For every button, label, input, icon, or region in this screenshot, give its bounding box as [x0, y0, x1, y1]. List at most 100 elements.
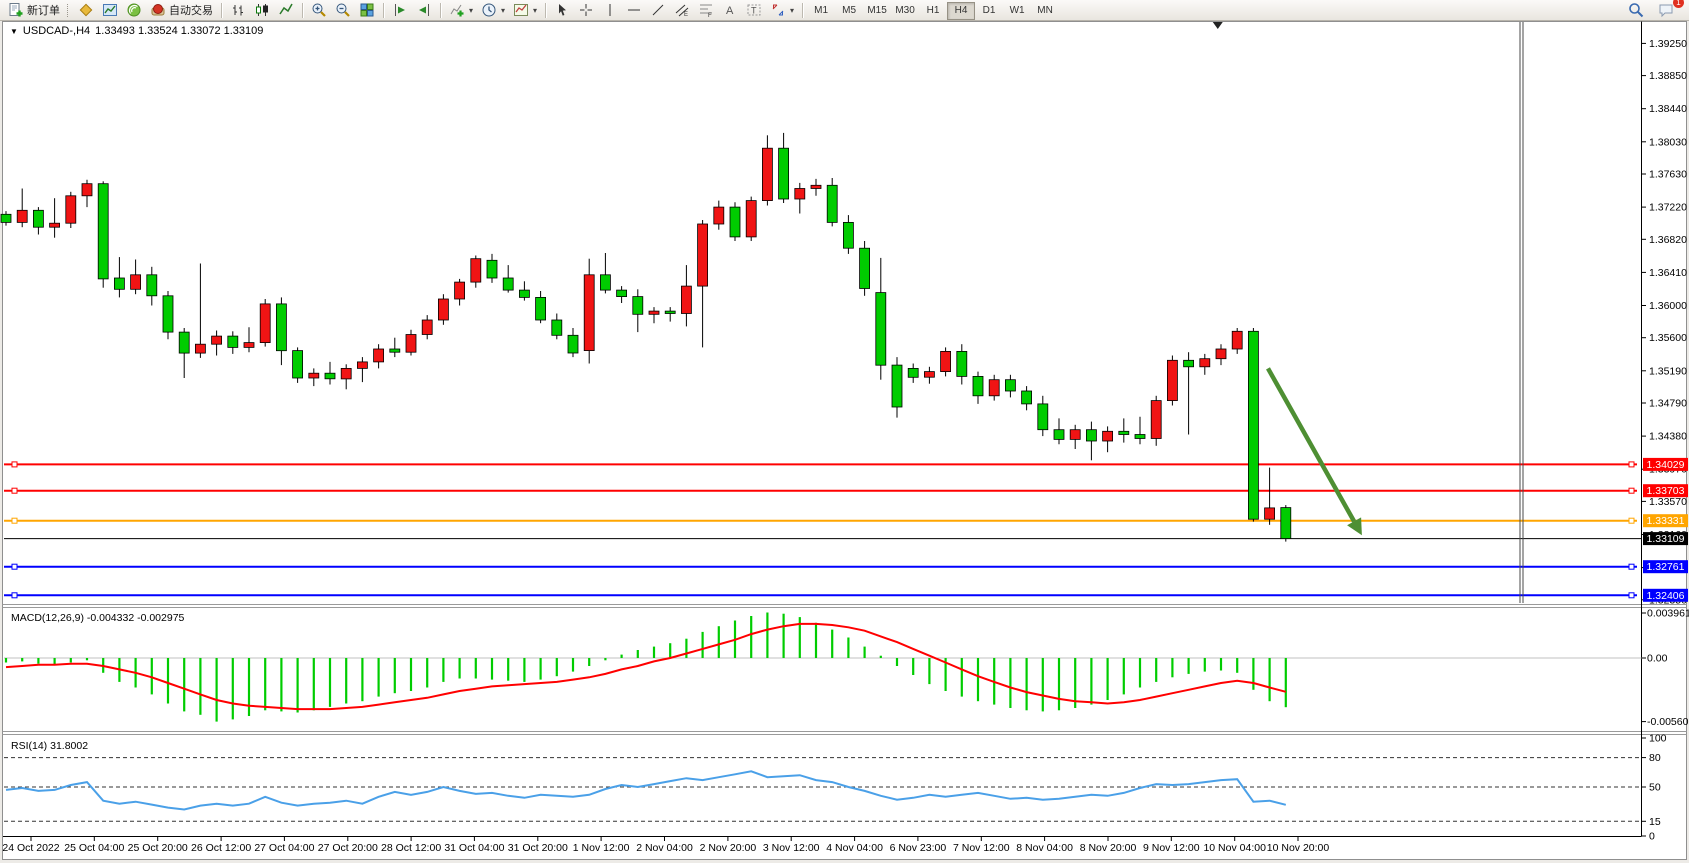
- macd-current-values: -0.004332 -0.002975: [87, 612, 185, 624]
- svg-text:F: F: [708, 13, 712, 18]
- indicators-button[interactable]: ▾: [445, 0, 477, 20]
- candlestick-chart-icon: [254, 2, 270, 18]
- trendline-icon: [650, 2, 666, 18]
- autotrade-button[interactable]: 自动交易: [146, 0, 217, 20]
- toolbar-grip: [67, 4, 71, 17]
- crosshair-button[interactable]: [574, 0, 598, 20]
- crosshair-icon: [578, 2, 594, 18]
- chevron-down-icon: ▾: [501, 6, 505, 15]
- candlestick-chart-button[interactable]: [250, 0, 274, 20]
- new-order-icon: [8, 2, 24, 18]
- timeframe-M1[interactable]: M1: [807, 2, 835, 20]
- bar-chart-button[interactable]: [226, 0, 250, 20]
- time-axis[interactable]: [2, 837, 1641, 859]
- chart-symbol-period: USDCAD-,H4: [23, 25, 90, 37]
- strategy-tester-button[interactable]: [98, 0, 122, 20]
- notification-badge: 1: [1673, 0, 1684, 8]
- rsi-name: RSI(14): [11, 740, 47, 752]
- timeframe-H1[interactable]: H1: [919, 2, 947, 20]
- toolbar-separator: [302, 3, 303, 18]
- tile-windows-icon: [359, 2, 375, 18]
- chevron-down-icon: ▾: [790, 6, 794, 15]
- toolbar-separator: [221, 3, 222, 18]
- chart-shift-button[interactable]: [412, 0, 436, 20]
- new-order-button[interactable]: 新订单: [4, 0, 64, 20]
- main-toolbar: 新订单 自动交易 ▾ ▾ ▾ E F A T ▾: [0, 0, 1689, 21]
- arrows-button[interactable]: ▾: [766, 0, 798, 20]
- timeframe-H4[interactable]: H4: [947, 2, 975, 20]
- chart-canvas[interactable]: 1.392501.388501.384401.380301.376301.372…: [0, 0, 1689, 863]
- zoom-out-button[interactable]: [331, 0, 355, 20]
- label-icon: T: [746, 2, 762, 18]
- toolbar-separator: [383, 3, 384, 18]
- horizontal-line-button[interactable]: [622, 0, 646, 20]
- macd-name: MACD(12,26,9): [11, 612, 84, 624]
- periods-icon: [481, 2, 497, 18]
- arrows-icon: [770, 2, 786, 18]
- zoom-in-icon: [311, 2, 327, 18]
- timeframe-M15[interactable]: M15: [863, 2, 891, 20]
- bar-chart-icon: [230, 2, 246, 18]
- auto-scroll-button[interactable]: [388, 0, 412, 20]
- macd-indicator-label: MACD(12,26,9) -0.004332 -0.002975: [11, 612, 184, 624]
- svg-text:A: A: [726, 5, 734, 17]
- rsi-indicator-label: RSI(14) 31.8002: [11, 740, 88, 752]
- line-chart-button[interactable]: [274, 0, 298, 20]
- autotrade-label: 自动交易: [169, 2, 213, 18]
- templates-icon: [513, 2, 529, 18]
- timeframe-M30[interactable]: M30: [891, 2, 919, 20]
- chart-window: [3, 22, 1687, 860]
- metaeditor-button[interactable]: [74, 0, 98, 20]
- notifications-button[interactable]: 1: [1654, 0, 1679, 20]
- templates-button[interactable]: ▾: [509, 0, 541, 20]
- rsi-current-value: 31.8002: [50, 740, 88, 752]
- tile-windows-button[interactable]: [355, 0, 379, 20]
- channel-icon: E: [674, 2, 690, 18]
- auto-scroll-icon: [392, 2, 408, 18]
- text-icon: A: [722, 2, 738, 18]
- toolbar-separator: [545, 3, 546, 18]
- timeframe-group: M1M5M15M30H1H4D1W1MN: [807, 0, 1059, 20]
- search-icon: [1628, 2, 1644, 18]
- text-button[interactable]: A: [718, 0, 742, 20]
- toolbar-separator: [440, 3, 441, 18]
- application-window: 新订单 自动交易 ▾ ▾ ▾ E F A T ▾: [0, 0, 1689, 863]
- signals-button[interactable]: [122, 0, 146, 20]
- horizontal-line-icon: [626, 2, 642, 18]
- channel-button[interactable]: E: [670, 0, 694, 20]
- price-axis[interactable]: [1642, 21, 1688, 839]
- search-button[interactable]: [1624, 0, 1648, 20]
- chevron-down-icon[interactable]: ▼: [10, 27, 18, 36]
- toolbar-right-icons: 1: [1624, 0, 1685, 20]
- fibonacci-icon: F: [698, 2, 714, 18]
- chart-shift-icon: [416, 2, 432, 18]
- vertical-line-button[interactable]: [598, 0, 622, 20]
- chevron-down-icon: ▾: [469, 6, 473, 15]
- toolbar-separator: [802, 3, 803, 18]
- cursor-button[interactable]: [550, 0, 574, 20]
- svg-text:T: T: [751, 6, 757, 16]
- line-chart-icon: [278, 2, 294, 18]
- chart-ohlc-values: 1.33493 1.33524 1.33072 1.33109: [95, 25, 263, 37]
- zoom-in-button[interactable]: [307, 0, 331, 20]
- timeframe-M5[interactable]: M5: [835, 2, 863, 20]
- timeframe-W1[interactable]: W1: [1003, 2, 1031, 20]
- vertical-line-icon: [602, 2, 618, 18]
- chevron-down-icon: ▾: [533, 6, 537, 15]
- timeframe-D1[interactable]: D1: [975, 2, 1003, 20]
- indicators-icon: [449, 2, 465, 18]
- timeframe-MN[interactable]: MN: [1031, 2, 1059, 20]
- autotrade-icon: [150, 2, 166, 18]
- label-button[interactable]: T: [742, 0, 766, 20]
- strategy-tester-icon: [102, 2, 118, 18]
- metaeditor-icon: [78, 2, 94, 18]
- new-order-label: 新订单: [27, 2, 60, 18]
- chart-header: ▼ USDCAD-,H4 1.33493 1.33524 1.33072 1.3…: [10, 25, 263, 37]
- cursor-icon: [554, 2, 570, 18]
- signals-icon: [126, 2, 142, 18]
- trendline-button[interactable]: [646, 0, 670, 20]
- svg-text:E: E: [684, 12, 688, 18]
- fibonacci-button[interactable]: F: [694, 0, 718, 20]
- periods-button[interactable]: ▾: [477, 0, 509, 20]
- zoom-out-icon: [335, 2, 351, 18]
